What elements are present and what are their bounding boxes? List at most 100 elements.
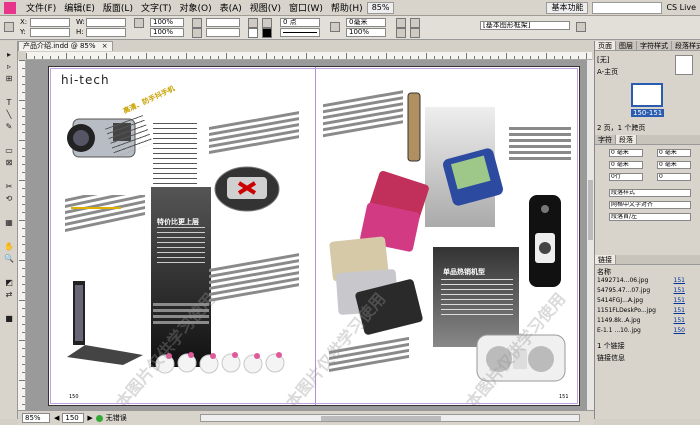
scissors-tool-icon[interactable]: ✂ xyxy=(3,181,15,192)
body-text-block[interactable] xyxy=(153,123,197,193)
horizontal-scrollbar[interactable] xyxy=(200,414,580,422)
list-item[interactable]: E-1.1 ...10..jpg 150 xyxy=(597,327,697,335)
page-tool-icon[interactable]: ⊞ xyxy=(3,73,15,84)
menu-window[interactable]: 窗口(W) xyxy=(285,1,327,14)
list-item[interactable]: 1492714...06.jpg 151 xyxy=(597,277,697,285)
drop-cap-chars-field[interactable]: 0 xyxy=(657,173,691,181)
pen-tool-icon[interactable]: ✎ xyxy=(3,121,15,132)
menu-help[interactable]: 帮助(H) xyxy=(327,1,367,14)
document-tab[interactable]: 产品介绍.indd @ 85% × xyxy=(18,41,113,51)
horizontal-ruler[interactable] xyxy=(26,52,592,60)
stroke-weight-field[interactable]: 0 点 xyxy=(280,18,320,27)
none-master-label[interactable]: [无] xyxy=(597,55,609,65)
flip-phone-image[interactable] xyxy=(525,193,565,289)
rotate-icon[interactable] xyxy=(192,18,202,28)
h-field[interactable] xyxy=(86,28,126,37)
menu-object[interactable]: 对象(O) xyxy=(176,1,216,14)
direct-selection-tool-icon[interactable]: ▹ xyxy=(3,61,15,72)
list-item[interactable]: 1149.8k..A.jpg 151 xyxy=(597,317,697,325)
zoom-field[interactable]: 85% xyxy=(22,413,50,423)
screen-mode-icon[interactable]: ■ xyxy=(3,313,15,324)
red-phone-image[interactable] xyxy=(211,161,283,217)
gradient-tool-icon[interactable]: ▦ xyxy=(3,217,15,228)
last-indent-field[interactable]: 0 毫米 xyxy=(657,161,691,169)
stroke-type-select[interactable] xyxy=(280,28,320,37)
menu-view[interactable]: 视图(V) xyxy=(246,1,285,14)
effects-icon[interactable] xyxy=(330,22,340,32)
first-indent-field[interactable]: 0 毫米 xyxy=(609,161,643,169)
fit-content-icon[interactable] xyxy=(410,28,420,38)
link-page[interactable]: 151 xyxy=(674,317,685,325)
zoom-tool-icon[interactable]: 🔍 xyxy=(3,253,15,264)
search-input[interactable] xyxy=(592,1,663,14)
body-text-block[interactable] xyxy=(441,279,513,319)
preflight-status-text[interactable]: 无错误 xyxy=(106,413,127,423)
drop-cap-lines-field[interactable]: 0行 xyxy=(609,173,643,181)
wrap-icon[interactable] xyxy=(396,18,406,28)
list-item[interactable]: 5414FGJ...A.jpg 151 xyxy=(597,297,697,305)
scroll-thumb[interactable] xyxy=(588,180,593,240)
link-page[interactable]: 151 xyxy=(674,277,685,285)
rotate-field[interactable] xyxy=(206,18,240,27)
opacity-field[interactable]: 100% xyxy=(346,28,386,37)
stroke-swatch-icon[interactable] xyxy=(262,28,272,38)
master-label[interactable]: A-主页 xyxy=(597,67,618,77)
scroll-thumb[interactable] xyxy=(321,416,441,421)
page-spread[interactable]: hi-tech 高清、防手抖手机 特价比更上层 150 单品热销机型 151 本… xyxy=(48,66,580,406)
link-page[interactable]: 151 xyxy=(674,297,685,305)
master-thumbnail[interactable] xyxy=(675,55,693,75)
vertical-scrollbar[interactable] xyxy=(586,60,594,410)
swap-fill-stroke-icon[interactable]: ⇄ xyxy=(3,289,15,300)
slim-phone-image[interactable] xyxy=(405,91,423,163)
flip-vertical-icon[interactable] xyxy=(262,18,272,28)
selection-tool-icon[interactable]: ▸ xyxy=(3,49,15,60)
spread-thumbnail[interactable] xyxy=(631,83,663,107)
panel-menu-icon[interactable] xyxy=(576,22,586,32)
menu-type[interactable]: 文字(T) xyxy=(137,1,176,14)
flip-horizontal-icon[interactable] xyxy=(248,18,258,28)
rectangle-tool-icon[interactable]: ▭ xyxy=(3,145,15,156)
tab-para-styles[interactable]: 段落样式 xyxy=(672,41,700,50)
link-page[interactable]: 151 xyxy=(674,307,685,315)
body-text-block[interactable] xyxy=(157,227,205,267)
paragraph-style-select[interactable]: 段落样式 xyxy=(609,189,691,197)
page-field[interactable]: 150 xyxy=(62,413,85,423)
vertical-ruler[interactable] xyxy=(18,60,26,410)
document-canvas[interactable]: hi-tech 高清、防手抖手机 特价比更上层 150 单品热销机型 151 本… xyxy=(26,60,592,410)
list-item[interactable]: 54795.47...07.jpg 151 xyxy=(597,287,697,295)
x-field[interactable] xyxy=(30,18,70,27)
tab-pages[interactable]: 页面 xyxy=(595,41,616,50)
menu-edit[interactable]: 编辑(E) xyxy=(60,1,99,14)
type-tool-icon[interactable]: T xyxy=(3,97,15,108)
next-page-icon[interactable]: ▶ xyxy=(87,414,92,422)
workspace-switcher[interactable]: 基本功能 xyxy=(546,1,589,14)
left-indent-field[interactable]: 0 毫米 xyxy=(609,149,643,157)
link-page[interactable]: 150 xyxy=(674,327,685,335)
align-icon[interactable] xyxy=(410,18,420,28)
line-tool-icon[interactable]: ╲ xyxy=(3,109,15,120)
rotate-tool-icon[interactable]: ⟲ xyxy=(3,193,15,204)
right-indent-field[interactable]: 0 毫米 xyxy=(657,149,691,157)
menu-file[interactable]: 文件(F) xyxy=(22,1,60,14)
stroke-value-field[interactable]: 0毫米 xyxy=(346,18,386,27)
fill-stroke-icon[interactable]: ◩ xyxy=(3,277,15,288)
scale-y-field[interactable]: 100% xyxy=(150,28,184,37)
fit-icon[interactable] xyxy=(396,28,406,38)
tab-links[interactable]: 链接 xyxy=(595,255,616,264)
fill-swatch-icon[interactable] xyxy=(248,28,258,38)
laptop-image[interactable] xyxy=(63,277,145,369)
scale-x-field[interactable]: 100% xyxy=(150,18,184,27)
tab-layers[interactable]: 图层 xyxy=(616,41,637,50)
first-page-icon[interactable]: ◀ xyxy=(54,414,59,422)
link-info-toggle[interactable]: 链接信息 xyxy=(597,353,625,363)
tab-paragraph[interactable]: 段落 xyxy=(616,135,637,144)
cs-live-button[interactable]: CS Live xyxy=(666,3,696,12)
shear-field[interactable] xyxy=(206,28,240,37)
close-icon[interactable]: × xyxy=(102,42,108,50)
grid-align-select[interactable]: 网格中文字对齐 xyxy=(609,201,691,209)
y-field[interactable] xyxy=(30,28,70,37)
list-item[interactable]: 1151FLDeskPo...jpg 151 xyxy=(597,307,697,315)
reference-point-icon[interactable] xyxy=(4,22,14,32)
shear-icon[interactable] xyxy=(192,28,202,38)
paragraph-align-select[interactable]: 段落首/左 xyxy=(609,213,691,221)
